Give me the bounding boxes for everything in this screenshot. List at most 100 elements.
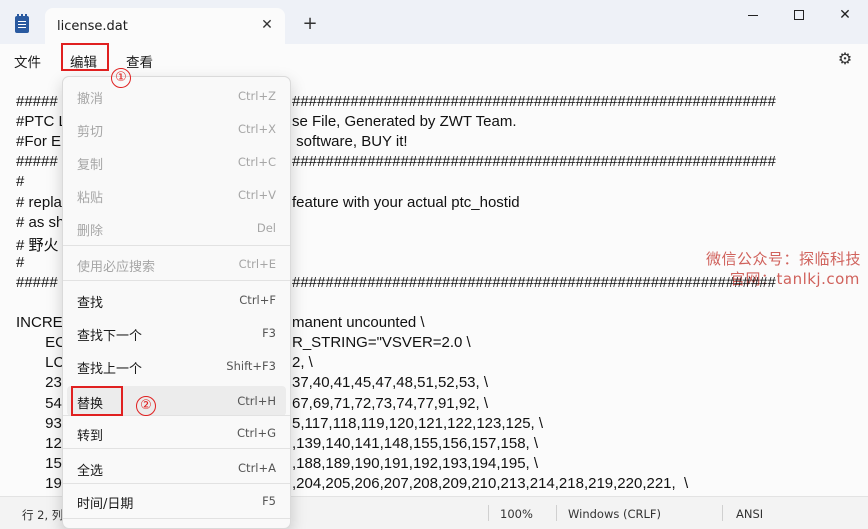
maximize-icon: [794, 10, 804, 20]
menu-separator: [63, 483, 290, 484]
menu-item-label: 查找下一个: [77, 329, 143, 344]
editor-line-continued: 2, \: [292, 354, 313, 371]
editor-line-continued: 67,69,71,72,73,74,77,91,92, \: [292, 395, 489, 412]
menu-item-2: 复制 Ctrl+C: [67, 147, 286, 177]
editor-line-continued: se File, Generated by ZWT Team.: [292, 113, 517, 130]
menu-item-1: 剪切 Ctrl+X: [67, 114, 286, 144]
new-tab-button[interactable]: +: [300, 14, 320, 34]
editor-line: 15: [16, 455, 62, 472]
menu-item-shortcut: Ctrl+F: [239, 293, 276, 307]
editor-line: 54: [16, 395, 62, 412]
editor-line-continued: ,139,140,141,148,155,156,157,158, \: [292, 435, 539, 452]
editor-line: # as sh: [16, 214, 65, 231]
menu-item-12[interactable]: 时间/日期 F5: [67, 486, 286, 516]
menu-item-label: 查找: [77, 296, 104, 311]
editor-line-continued: 37,40,41,45,47,48,51,52,53, \: [292, 374, 489, 391]
menu-item-6[interactable]: 查找 Ctrl+F: [67, 285, 286, 315]
menu-item-shortcut: F5: [262, 494, 276, 508]
menu-item-shortcut: Ctrl+V: [238, 188, 276, 202]
menu-separator: [63, 280, 290, 281]
menu-item-label: 删除: [77, 224, 104, 239]
editor-line: #####: [16, 274, 58, 291]
editor-line-continued: ########################################…: [292, 93, 776, 110]
title-bar: license.dat ✕ + ✕: [0, 0, 868, 44]
editor-line-continued: ,188,189,190,191,192,193,194,195, \: [292, 455, 539, 472]
menu-file[interactable]: 文件: [14, 51, 41, 71]
editor-line: 93: [16, 415, 62, 432]
editor-line: #: [16, 173, 25, 190]
status-divider: [556, 505, 557, 521]
gear-icon[interactable]: ⚙: [836, 50, 854, 68]
menu-item-shortcut: Ctrl+E: [238, 257, 276, 271]
menu-item-shortcut: Ctrl+H: [237, 394, 276, 408]
menu-bar: 文件 编辑 查看 ⚙: [0, 44, 868, 76]
menu-item-label: 使用必应搜索: [77, 260, 156, 275]
menu-item-shortcut: Shift+F3: [226, 359, 276, 373]
edit-menu-highlight: [61, 43, 109, 71]
menu-item-shortcut: Del: [256, 221, 276, 235]
editor-line-continued: ########################################…: [292, 153, 776, 170]
editor-line: INCREI: [16, 314, 67, 331]
editor-line: #: [16, 254, 25, 271]
editor-line-continued: ,204,205,206,207,208,209,210,213,214,218…: [292, 475, 689, 492]
menu-item-label: 转到: [77, 429, 104, 444]
status-divider: [722, 505, 723, 521]
menu-item-label: 剪切: [77, 125, 104, 140]
menu-item-8[interactable]: 查找上一个 Shift+F3: [67, 351, 286, 381]
menu-item-4: 删除 Del: [67, 213, 286, 243]
notepad-app-icon: [15, 14, 29, 33]
cursor-position: 行 2, 列: [22, 508, 64, 522]
close-window-button[interactable]: ✕: [822, 0, 868, 32]
editor-line: 23: [16, 374, 62, 391]
menu-view[interactable]: 查看: [126, 51, 153, 71]
menu-item-shortcut: Ctrl+C: [237, 155, 276, 169]
minimize-icon: [748, 14, 758, 16]
editor-line: # 野火: [16, 237, 59, 254]
tab-title: license.dat: [57, 19, 128, 34]
editor-line-continued: R_STRING="VSVER=2.0 \: [292, 334, 471, 351]
editor-line-continued: 5,117,118,119,120,121,122,123,125, \: [292, 415, 544, 432]
editor-line: LC: [16, 354, 65, 371]
tab-close-icon[interactable]: ✕: [258, 16, 276, 34]
status-divider: [488, 505, 489, 521]
editor-line: # repla: [16, 194, 62, 211]
editor-line-continued: feature with your actual ptc_hostid: [292, 194, 520, 211]
editor-line: 19: [16, 475, 62, 492]
menu-item-shortcut: F3: [262, 326, 276, 340]
line-ending: Windows (CRLF): [568, 507, 662, 521]
editor-line-continued: manent uncounted \: [292, 314, 425, 331]
menu-separator: [63, 518, 290, 519]
menu-item-label: 撤消: [77, 92, 104, 107]
editor-line-continued: software, BUY it!: [292, 133, 408, 150]
menu-item-7[interactable]: 查找下一个 F3: [67, 318, 286, 348]
menu-item-shortcut: Ctrl+Z: [238, 89, 276, 103]
editor-line: #PTC L: [16, 113, 67, 130]
menu-item-3: 粘贴 Ctrl+V: [67, 180, 286, 210]
menu-item-shortcut: Ctrl+X: [238, 122, 276, 136]
menu-item-11[interactable]: 全选 Ctrl+A: [67, 453, 286, 483]
tab-license-dat[interactable]: license.dat ✕: [45, 8, 285, 44]
editor-line: EC: [16, 334, 67, 351]
encoding: ANSI: [736, 507, 764, 521]
menu-separator: [63, 245, 290, 246]
menu-item-label: 全选: [77, 464, 104, 479]
editor-line: #For E: [16, 133, 62, 150]
step-2-marker: ②: [136, 396, 156, 416]
menu-item-10[interactable]: 转到 Ctrl+G: [67, 418, 286, 448]
zoom-level: 100%: [500, 507, 533, 521]
editor-line: #####: [16, 153, 58, 170]
step-1-marker: ①: [111, 68, 131, 88]
menu-separator: [63, 448, 290, 449]
watermark-wechat: 微信公众号：探临科技: [706, 250, 862, 268]
menu-item-5: 使用必应搜索 Ctrl+E: [67, 249, 286, 279]
menu-item-0: 撤消 Ctrl+Z: [67, 81, 286, 111]
minimize-button[interactable]: [730, 0, 776, 32]
replace-highlight: [71, 386, 123, 416]
maximize-button[interactable]: [776, 0, 822, 32]
editor-line: #####: [16, 93, 58, 110]
editor-line-continued: ########################################…: [292, 274, 776, 291]
menu-item-shortcut: Ctrl+G: [236, 426, 276, 440]
menu-item-label: 粘贴: [77, 191, 104, 206]
menu-item-shortcut: Ctrl+A: [238, 461, 276, 475]
editor-line: 12: [16, 435, 62, 452]
